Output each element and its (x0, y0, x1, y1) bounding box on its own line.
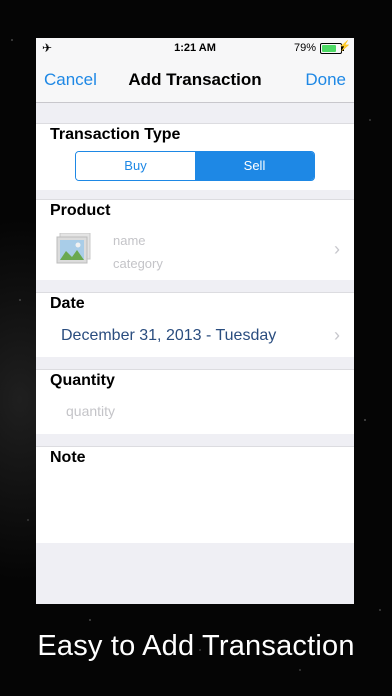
chevron-right-icon: › (334, 239, 340, 259)
section-title: Transaction Type (50, 126, 181, 143)
quantity-input[interactable] (64, 402, 318, 420)
promo-caption: Easy to Add Transaction (37, 630, 355, 662)
quantity-header: Quantity (36, 369, 354, 393)
charging-icon: ⚡ (338, 41, 351, 52)
battery-percent: 79% (293, 42, 316, 54)
navigation-bar: Cancel Add Transaction Done (36, 58, 354, 103)
image-placeholder-icon (56, 232, 94, 267)
chevron-right-icon: › (334, 325, 340, 345)
note-header: Note (36, 446, 354, 470)
done-button[interactable]: Done (305, 70, 346, 90)
transaction-type-segmented-control: Buy Sell (75, 151, 315, 181)
product-name-placeholder: name (113, 233, 146, 248)
battery-fill (322, 45, 336, 52)
section-title: Note (50, 449, 86, 466)
note-textarea[interactable] (36, 469, 354, 543)
segment-sell[interactable]: Sell (195, 152, 314, 180)
transaction-type-header: Transaction Type (36, 123, 354, 147)
date-value: December 31, 2013 - Tuesday (61, 327, 277, 344)
section-title: Date (50, 295, 85, 312)
product-header: Product (36, 199, 354, 223)
phone-screen: ✈ 1:21 AM 79% ⚡ Cancel Add Transaction D… (36, 38, 354, 604)
segment-buy[interactable]: Buy (76, 152, 195, 180)
product-category-placeholder: category (113, 256, 163, 271)
date-header: Date (36, 292, 354, 316)
section-title: Quantity (50, 372, 115, 389)
section-title: Product (50, 202, 111, 219)
status-bar: ✈ 1:21 AM 79% ⚡ (36, 38, 354, 58)
